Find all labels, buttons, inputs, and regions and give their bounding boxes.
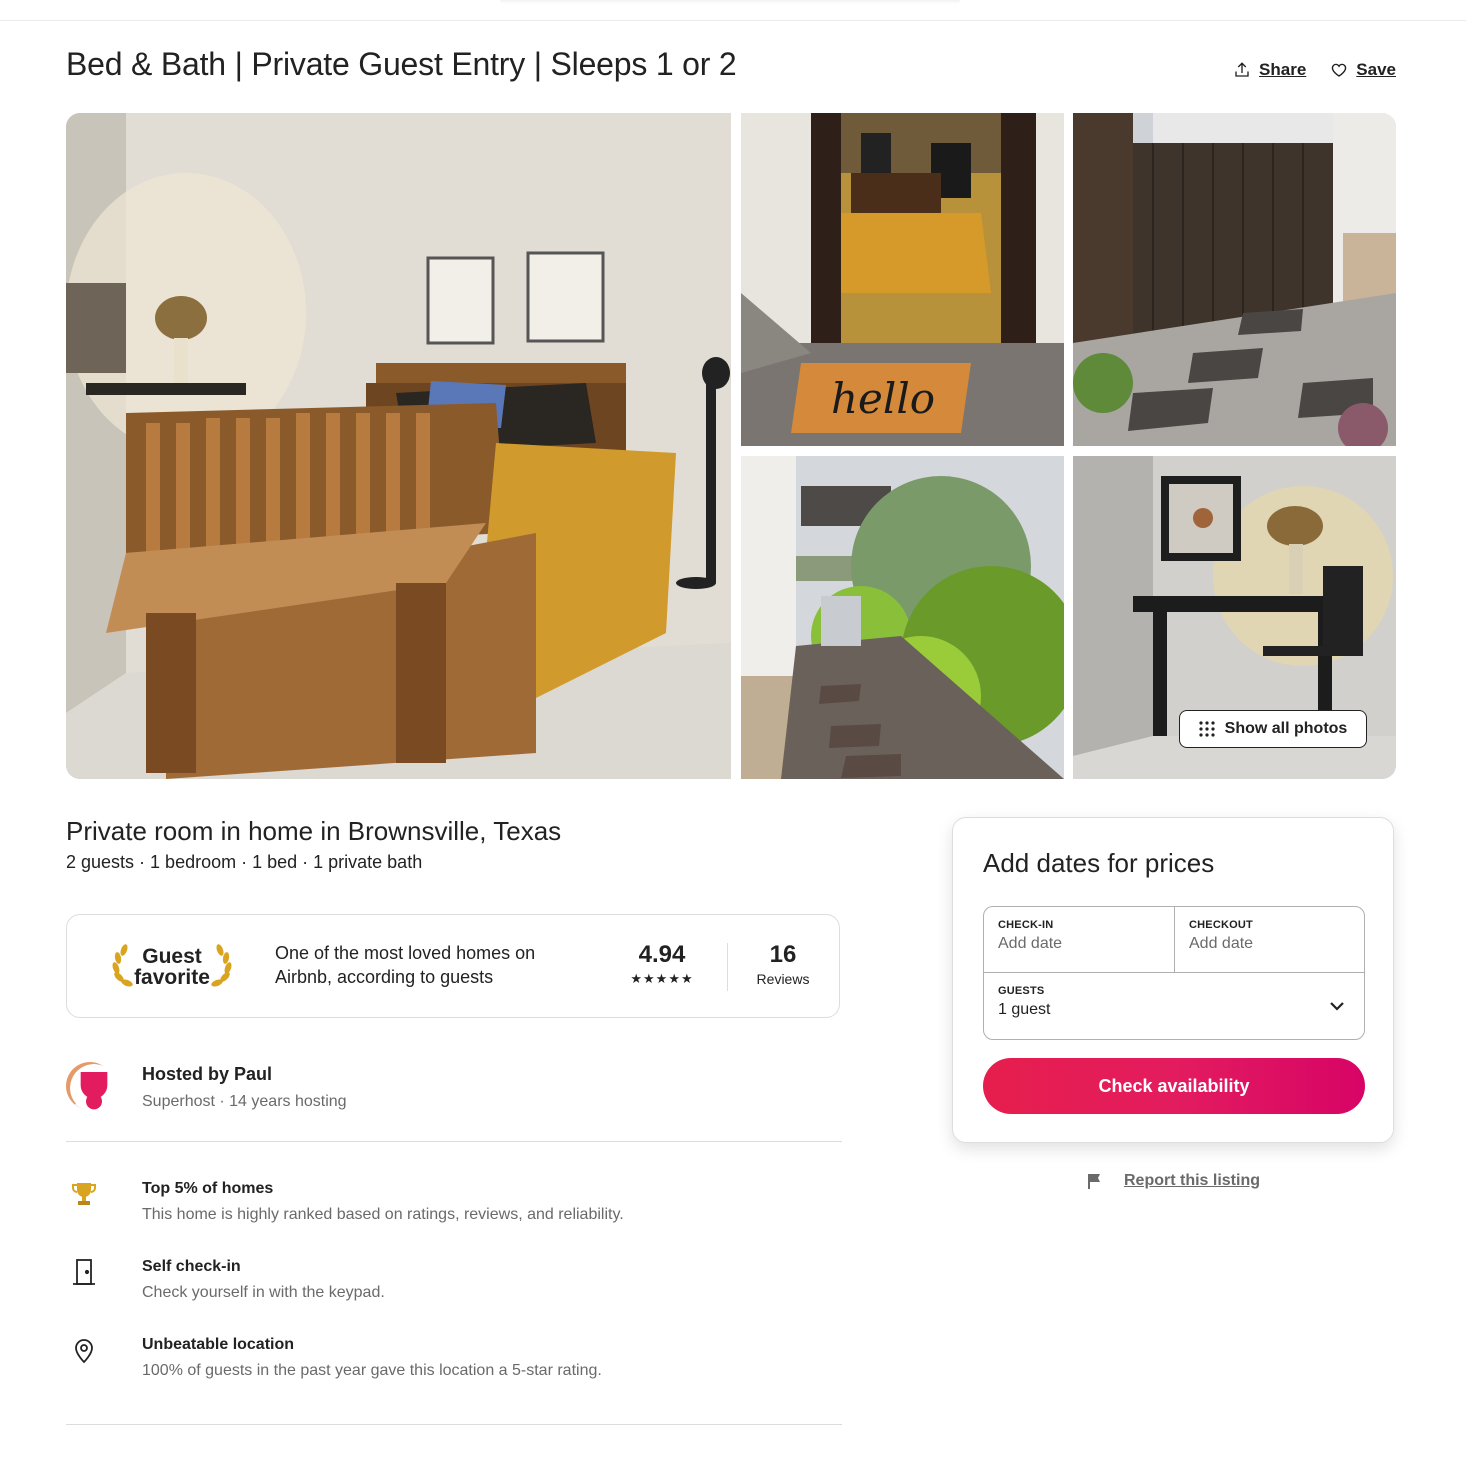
grid-dots-icon xyxy=(1199,721,1215,737)
guests-value: 1 guest xyxy=(998,1001,1051,1018)
highlight-title: Top 5% of homes xyxy=(142,1180,274,1197)
location-pin-icon xyxy=(66,1336,102,1372)
highlight-text: Unbeatable location 100% of guests in th… xyxy=(142,1336,602,1380)
date-guest-picker: CHECK-IN Add date CHECKOUT Add date GUES… xyxy=(983,906,1365,1040)
booking-heading: Add dates for prices xyxy=(983,848,1215,878)
rating-block: 4.94 ★★★★★ xyxy=(597,941,727,987)
section-divider xyxy=(66,1141,842,1142)
rating-value: 4.94 xyxy=(638,941,686,968)
guest-favorite-label: Guest favorite xyxy=(134,946,210,988)
guest-favorite-badge: Guest favorite xyxy=(97,939,247,995)
highlight-item: Unbeatable location 100% of guests in th… xyxy=(66,1336,602,1380)
section-divider xyxy=(66,1424,842,1425)
share-button[interactable]: Share xyxy=(1233,60,1306,80)
highlight-text: Self check-in Check yourself in with the… xyxy=(142,1258,385,1302)
report-listing: Report this listing xyxy=(1086,1172,1260,1190)
guests-label: GUESTS xyxy=(998,985,1045,997)
reviews-count: 16 xyxy=(769,941,797,968)
trophy-icon xyxy=(66,1180,102,1216)
checkin-value: Add date xyxy=(998,935,1063,952)
highlight-title: Unbeatable location xyxy=(142,1336,295,1353)
booking-card: Add dates for prices CHECK-IN Add date C… xyxy=(952,817,1394,1143)
highlight-description: This home is highly ranked based on rati… xyxy=(142,1206,624,1223)
photo-garden[interactable] xyxy=(741,456,1064,779)
checkout-field[interactable]: CHECKOUT Add date xyxy=(1175,907,1364,973)
listing-details: 2 guests · 1 bedroom · 1 bed · 1 private… xyxy=(66,852,423,872)
checkout-label: CHECKOUT xyxy=(1189,919,1253,931)
show-all-photos-label: Show all photos xyxy=(1224,720,1348,737)
laurel-left-icon xyxy=(112,944,133,987)
host-section: Hosted by Paul Superhost · 14 years host… xyxy=(66,1062,347,1112)
highlight-item: Top 5% of homes This home is highly rank… xyxy=(66,1180,624,1224)
superhost-badge-icon xyxy=(70,1064,118,1112)
host-subtitle: Superhost · 14 years hosting xyxy=(142,1093,347,1110)
checkout-value: Add date xyxy=(1189,935,1254,952)
flag-icon xyxy=(1088,1174,1100,1189)
guest-favorite-description: One of the most loved homes on Airbnb, a… xyxy=(275,943,536,987)
listing-title: Bed & Bath | Private Guest Entry | Sleep… xyxy=(66,46,737,82)
rating-stars: ★★★★★ xyxy=(630,971,694,986)
photo-side-yard[interactable] xyxy=(1073,113,1396,446)
save-label: Save xyxy=(1356,60,1396,79)
highlight-item: Self check-in Check yourself in with the… xyxy=(66,1258,385,1302)
checkin-label: CHECK-IN xyxy=(998,919,1054,931)
svg-text:hello: hello xyxy=(831,374,935,423)
photo-entry-door[interactable]: hello xyxy=(741,113,1064,446)
highlight-text: Top 5% of homes This home is highly rank… xyxy=(142,1180,624,1224)
share-label: Share xyxy=(1259,60,1307,79)
guests-field[interactable]: GUESTS 1 guest xyxy=(984,973,1364,1039)
heart-icon xyxy=(1332,63,1347,77)
listing-actions: Share Save xyxy=(1233,60,1396,80)
host-info: Hosted by Paul Superhost · 14 years host… xyxy=(142,1062,347,1111)
reviews-block[interactable]: 16 Reviews xyxy=(737,941,829,987)
check-availability-button[interactable]: Check availability xyxy=(983,1058,1365,1114)
photo-gallery: hello Show all photos xyxy=(66,113,1396,779)
share-icon xyxy=(1235,62,1249,77)
chevron-down-icon xyxy=(1330,1002,1344,1011)
listing-subtitle: Private room in home in Brownsville, Tex… xyxy=(66,816,562,846)
reviews-label: Reviews xyxy=(756,971,810,987)
checkin-field[interactable]: CHECK-IN Add date xyxy=(984,907,1175,973)
header-shadow xyxy=(500,0,960,4)
highlight-description: Check yourself in with the keypad. xyxy=(142,1284,385,1301)
rating-divider xyxy=(727,943,728,991)
header-divider xyxy=(0,20,1466,21)
guest-favorite-line1: Guest xyxy=(142,945,202,968)
save-button[interactable]: Save xyxy=(1330,60,1396,80)
door-icon xyxy=(66,1258,102,1294)
guest-favorite-line2: favorite xyxy=(134,966,210,989)
host-avatar[interactable] xyxy=(66,1062,118,1112)
report-listing-link[interactable]: Report this listing xyxy=(1124,1172,1260,1190)
highlight-description: 100% of guests in the past year gave thi… xyxy=(142,1362,602,1379)
photo-bedroom[interactable] xyxy=(66,113,731,779)
host-name: Hosted by Paul xyxy=(142,1064,273,1084)
guest-favorite-card[interactable]: Guest favorite One of the most loved hom… xyxy=(66,914,840,1018)
highlight-title: Self check-in xyxy=(142,1258,241,1275)
show-all-photos-button[interactable]: Show all photos xyxy=(1179,710,1367,748)
laurel-right-icon xyxy=(211,944,232,987)
